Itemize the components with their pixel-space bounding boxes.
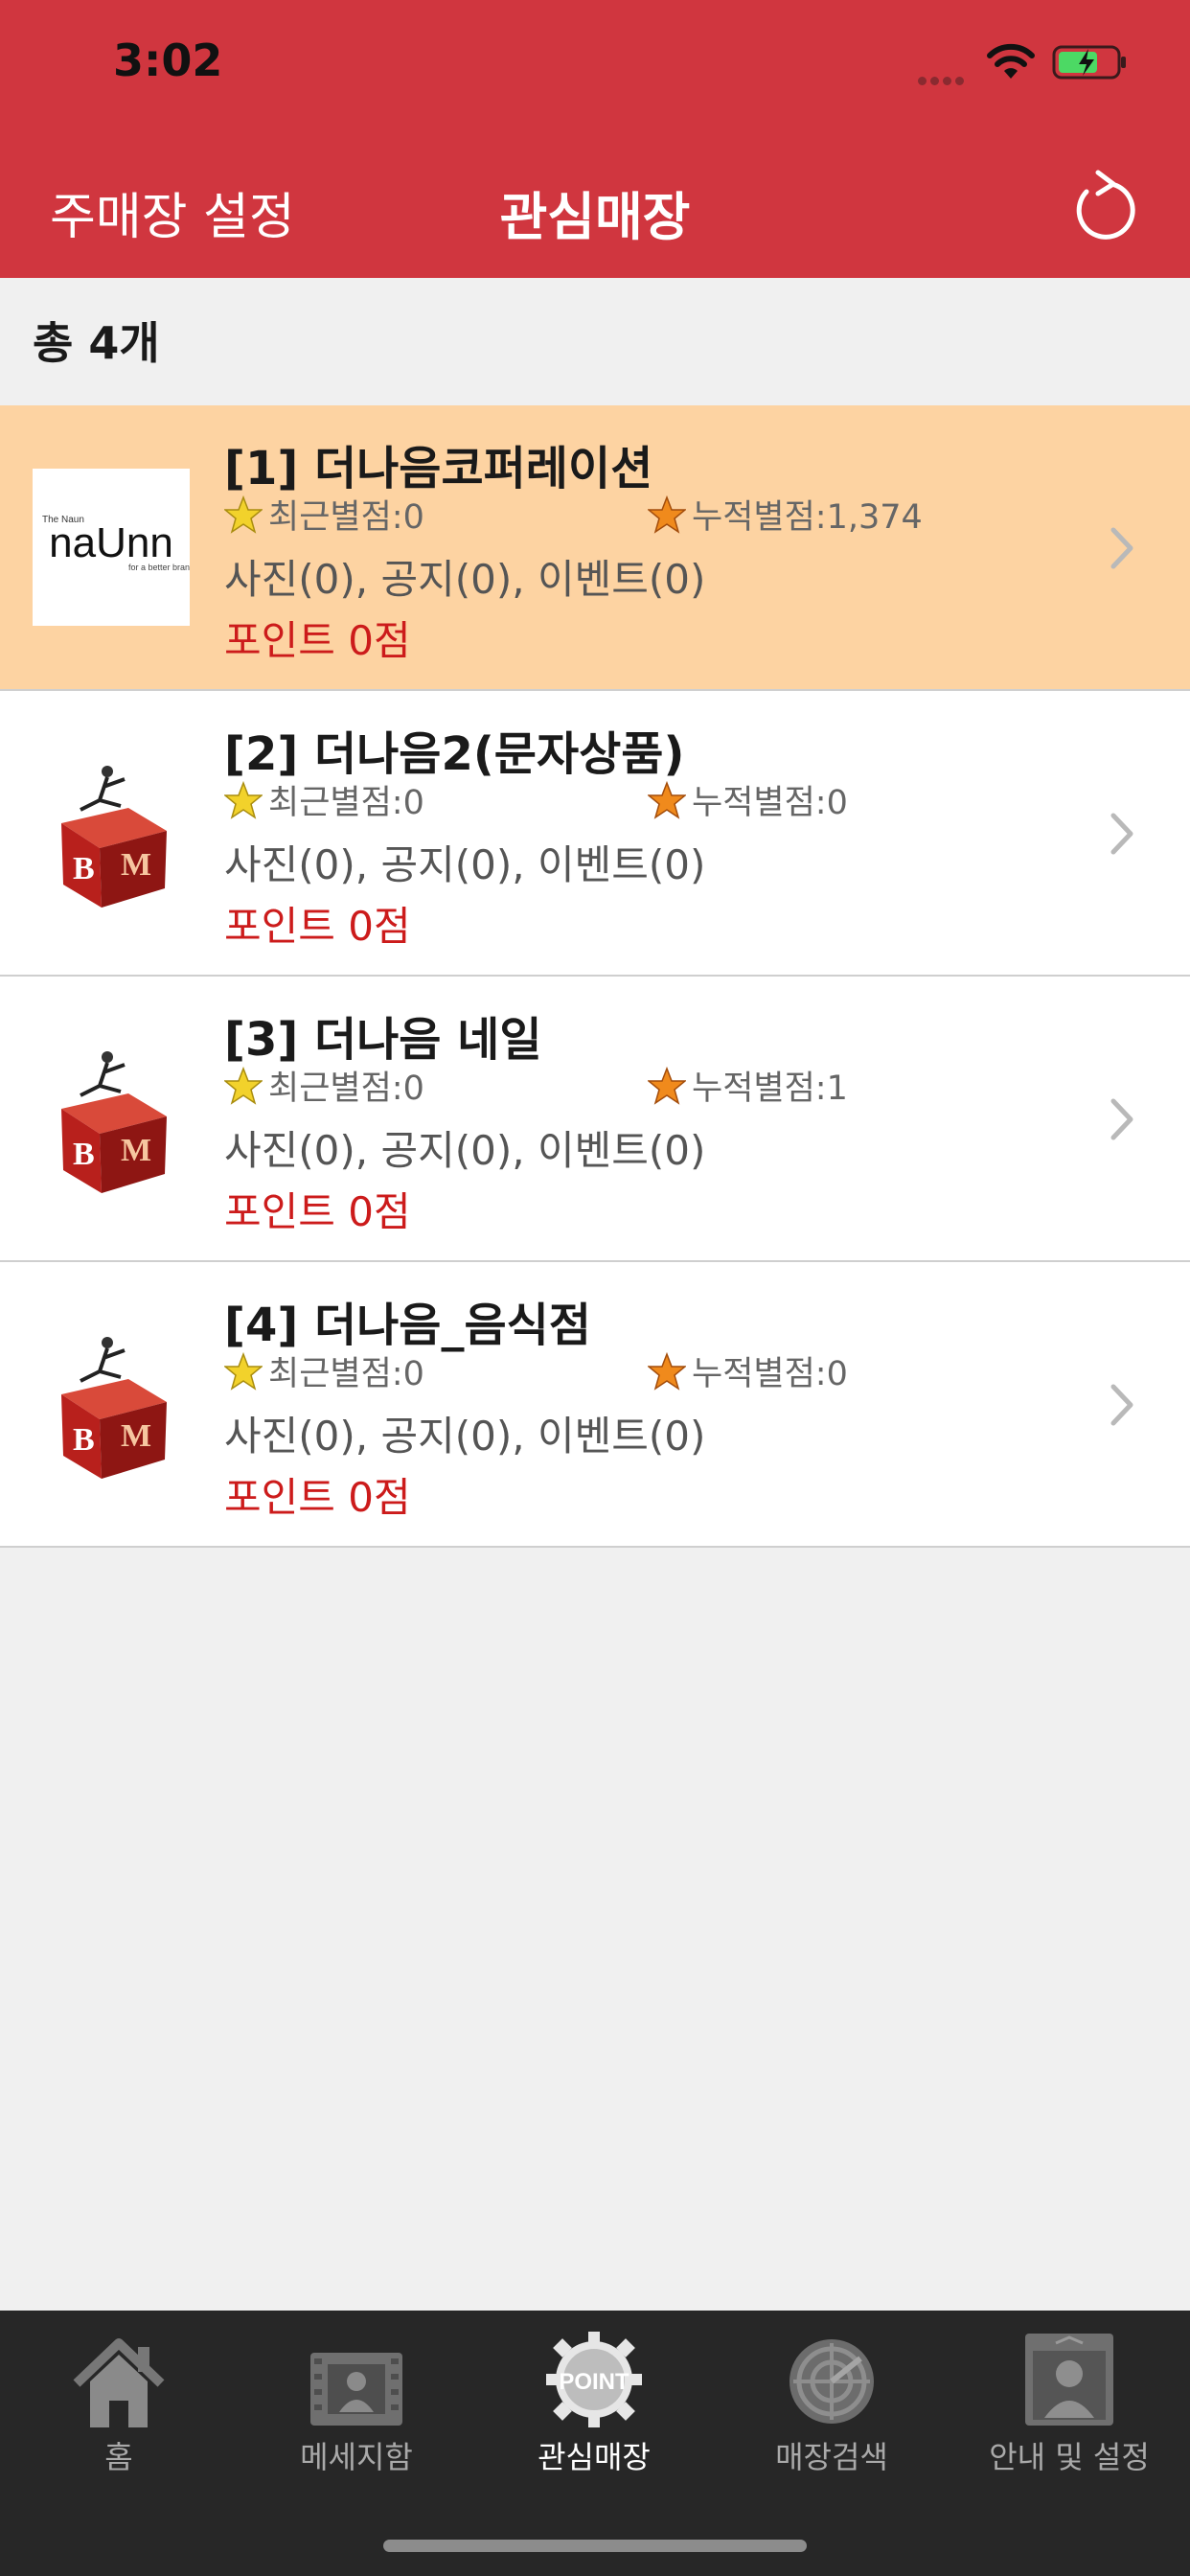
total-rating: 누적별점:0 <box>648 1346 848 1395</box>
store-points: 포인트 0점 <box>224 1474 411 1521</box>
tab-label: 메세지함 <box>300 2439 413 2475</box>
svg-text:M: M <box>121 1133 151 1168</box>
message-icon <box>310 2353 402 2426</box>
recent-rating-label: 최근별점:0 <box>268 1070 424 1108</box>
total-rating-label: 누적별점:0 <box>692 1355 848 1393</box>
star-yellow-icon <box>224 1351 263 1391</box>
home-indicator[interactable] <box>383 2540 807 2552</box>
star-yellow-icon <box>224 494 263 534</box>
svg-text:for a better brand: for a better brand <box>128 563 190 572</box>
recent-rating-label: 최근별점:0 <box>268 784 424 822</box>
total-rating: 누적별점:1 <box>648 1061 848 1110</box>
chevron-right-icon <box>1110 813 1133 855</box>
store-logo-bm: B M <box>33 1325 190 1483</box>
store-title: [3] 더나음 네일 <box>224 1013 542 1067</box>
star-orange-icon <box>648 1066 686 1105</box>
svg-text:naUnn: naUnn <box>49 519 173 566</box>
tab-label: 관심매장 <box>538 2439 651 2475</box>
store-logo-bm: B M <box>33 1040 190 1197</box>
chevron-right-icon <box>1110 1098 1133 1140</box>
total-rating-label: 누적별점:1,374 <box>692 498 923 537</box>
total-rating-label: 누적별점:1 <box>692 1070 848 1108</box>
chevron-right-icon <box>1110 527 1133 569</box>
store-list: The Naun naUnn for a better brand [1] 더나… <box>0 405 1190 1548</box>
tab-messages[interactable]: 메세지함 <box>238 2322 475 2477</box>
store-counts: 사진(0), 공지(0), 이벤트(0) <box>224 1413 706 1460</box>
tab-label: 홈 <box>104 2439 133 2475</box>
search-target-icon <box>790 2339 874 2424</box>
star-orange-icon <box>648 780 686 819</box>
store-counts: 사진(0), 공지(0), 이벤트(0) <box>224 1127 706 1174</box>
tab-label: 안내 및 설정 <box>989 2439 1150 2475</box>
svg-text:M: M <box>121 1418 151 1454</box>
refresh-icon[interactable] <box>1065 163 1142 249</box>
store-row-3[interactable]: B M [3] 더나음 네일 최근별점:0 누적별점:1 사진(0), 공지(0… <box>0 977 1190 1262</box>
recent-rating-label: 최근별점:0 <box>268 498 424 537</box>
tab-label: 매장검색 <box>775 2439 888 2475</box>
store-row-4[interactable]: B M [4] 더나음_음식점 최근별점:0 누적별점:0 사진(0), 공지(… <box>0 1262 1190 1548</box>
header: 3:02 주매장 설정 관심매장 <box>0 0 1190 278</box>
svg-text:B: B <box>73 1422 95 1458</box>
store-row-2[interactable]: B M [2] 더나음2(문자상품) 최근별점:0 누적별점:0 사진(0), … <box>0 691 1190 977</box>
recent-rating: 최근별점:0 <box>224 490 424 539</box>
total-rating-label: 누적별점:0 <box>692 784 848 822</box>
tab-info-settings[interactable]: 안내 및 설정 <box>950 2322 1188 2477</box>
star-orange-icon <box>648 1351 686 1391</box>
tab-bar: 홈 메세지함 POINT 관심매장 매장검색 안내 및 설정 <box>0 2311 1190 2576</box>
total-count: 총 4개 <box>33 317 160 369</box>
store-points: 포인트 0점 <box>224 1188 411 1235</box>
star-orange-icon <box>648 494 686 534</box>
store-title: [2] 더나음2(문자상품) <box>224 727 685 781</box>
svg-text:POINT: POINT <box>559 2369 629 2395</box>
recent-rating: 최근별점:0 <box>224 1346 424 1395</box>
store-title: [4] 더나음_음식점 <box>224 1299 591 1352</box>
store-logo: The Naun naUnn for a better brand <box>33 469 195 626</box>
battery-icon <box>1052 45 1126 80</box>
wifi-icon <box>987 43 1035 79</box>
point-badge-icon: POINT <box>546 2332 642 2427</box>
profile-settings-icon <box>1025 2334 1113 2426</box>
store-points: 포인트 0점 <box>224 903 411 950</box>
recent-rating: 최근별점:0 <box>224 775 424 824</box>
store-counts: 사진(0), 공지(0), 이벤트(0) <box>224 556 706 603</box>
store-counts: 사진(0), 공지(0), 이벤트(0) <box>224 841 706 888</box>
star-yellow-icon <box>224 1066 263 1105</box>
store-title: [1] 더나음코퍼레이션 <box>224 442 653 495</box>
svg-text:M: M <box>121 847 151 883</box>
total-rating: 누적별점:1,374 <box>648 490 923 539</box>
home-icon <box>73 2338 165 2427</box>
svg-text:B: B <box>73 1137 95 1172</box>
tab-store-search[interactable]: 매장검색 <box>713 2322 950 2477</box>
cellular-signal-icon <box>918 71 968 89</box>
total-rating: 누적별점:0 <box>648 775 848 824</box>
tab-favorite-stores[interactable]: POINT 관심매장 <box>475 2322 713 2477</box>
tab-home[interactable]: 홈 <box>0 2322 238 2477</box>
status-time: 3:02 <box>113 34 223 86</box>
store-row-1[interactable]: The Naun naUnn for a better brand [1] 더나… <box>0 405 1190 691</box>
svg-text:B: B <box>73 851 95 886</box>
recent-rating: 최근별점:0 <box>224 1061 424 1110</box>
chevron-right-icon <box>1110 1384 1133 1426</box>
star-yellow-icon <box>224 780 263 819</box>
store-points: 포인트 0점 <box>224 617 411 664</box>
page-title: 관심매장 <box>499 187 691 247</box>
store-logo-bm: B M <box>33 754 190 911</box>
recent-rating-label: 최근별점:0 <box>268 1355 424 1393</box>
